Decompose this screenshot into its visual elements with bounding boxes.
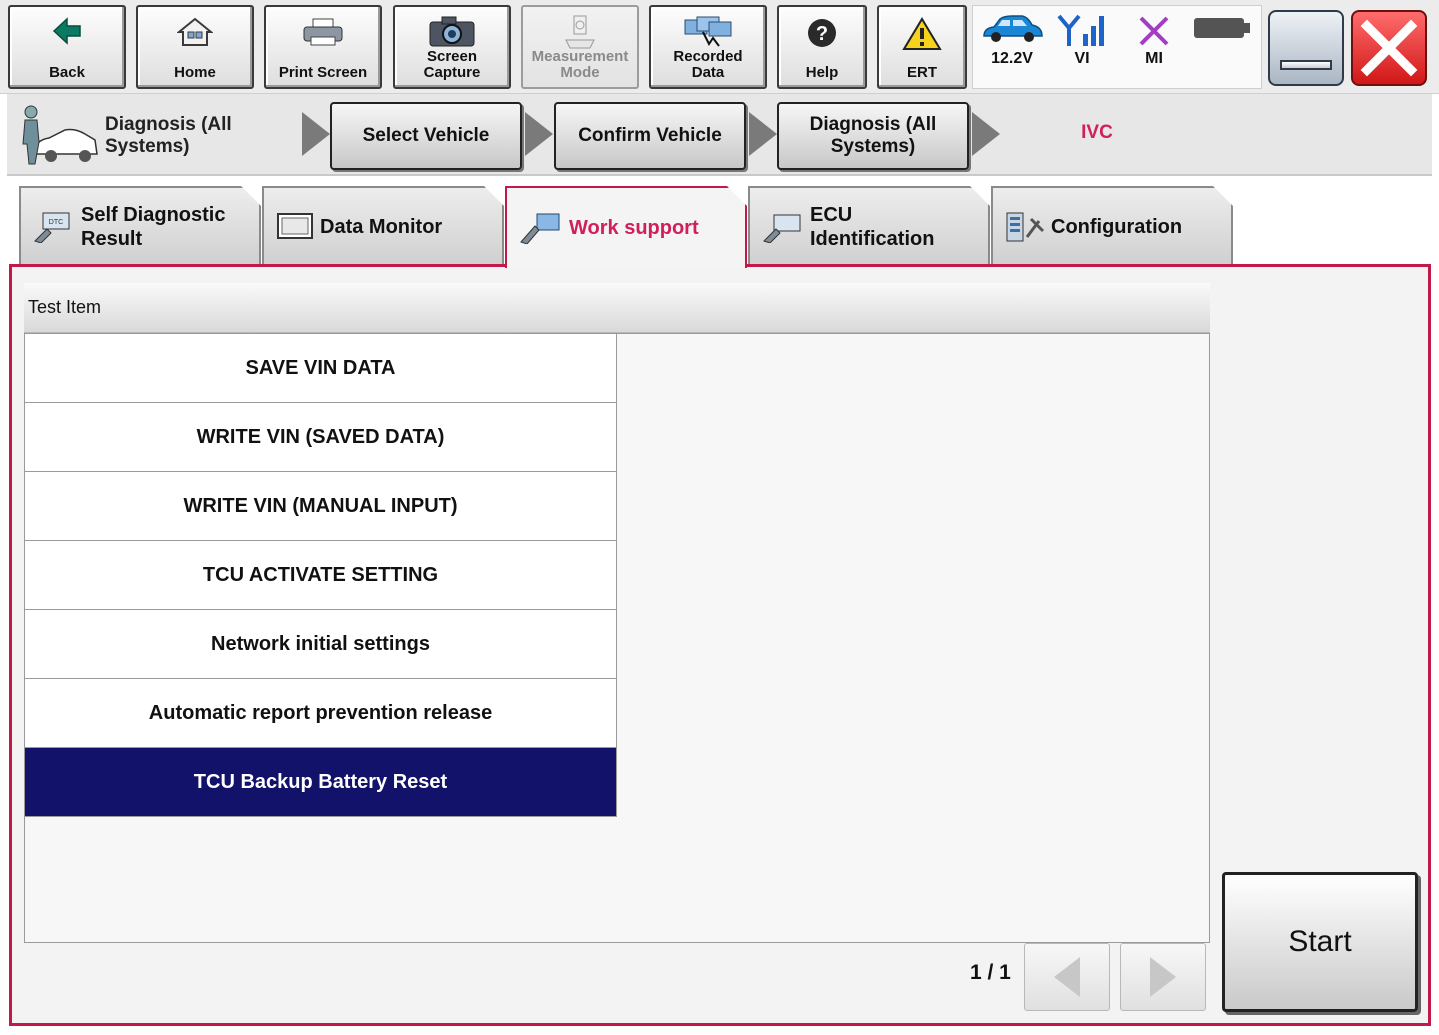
list-item[interactable]: Network initial settings xyxy=(25,610,617,679)
triangle-right-icon xyxy=(1150,957,1176,997)
select-vehicle-button[interactable]: Select Vehicle xyxy=(330,102,522,170)
measurement-mode-button[interactable]: Measurement Mode xyxy=(521,5,639,89)
triangle-left-icon xyxy=(1054,957,1080,997)
close-button[interactable] xyxy=(1351,10,1427,86)
tab-self-diagnostic-label: Self Diagnostic Result xyxy=(81,204,226,250)
work-support-panel: Test Item SAVE VIN DATA WRITE VIN (SAVED… xyxy=(9,264,1431,1026)
breadcrumb-arrow-icon xyxy=(972,112,1000,156)
breadcrumb-arrow-icon xyxy=(525,112,553,156)
printer-icon xyxy=(303,18,343,46)
tab-work-support[interactable]: Work support xyxy=(505,186,747,268)
tab-ecu-identification-label: ECU Identification xyxy=(810,204,935,250)
voltage-label: 12.2V xyxy=(991,50,1033,67)
recorded-data-button[interactable]: Recorded Data xyxy=(649,5,767,89)
battery-voltage-status: 12.2V xyxy=(977,14,1047,68)
recorded-data-label: Recorded Data xyxy=(673,48,743,81)
print-screen-label: Print Screen xyxy=(278,64,368,81)
ecu-identification-icon xyxy=(762,211,804,243)
minimize-button[interactable] xyxy=(1268,10,1344,86)
vi-signal-icon xyxy=(1057,14,1104,46)
list-item-selected[interactable]: TCU Backup Battery Reset xyxy=(25,748,617,817)
test-item-list: SAVE VIN DATA WRITE VIN (SAVED DATA) WRI… xyxy=(24,333,1210,943)
help-label: Help xyxy=(805,64,839,81)
tab-work-support-label: Work support xyxy=(569,217,699,239)
next-page-button[interactable] xyxy=(1120,943,1206,1011)
svg-text:DTC: DTC xyxy=(49,219,63,226)
list-item[interactable]: SAVE VIN DATA xyxy=(25,334,617,403)
breadcrumb-arrow-icon xyxy=(749,112,777,156)
print-screen-button[interactable]: Print Screen xyxy=(264,5,382,89)
list-item[interactable]: WRITE VIN (SAVED DATA) xyxy=(25,403,617,472)
tab-configuration-label: Configuration xyxy=(1051,216,1183,238)
breadcrumb-title: Diagnosis (All Systems) xyxy=(105,114,232,157)
self-diagnostic-icon: DTC xyxy=(33,211,75,243)
help-button[interactable]: ? Help xyxy=(777,5,867,89)
list-item[interactable]: TCU ACTIVATE SETTING xyxy=(25,541,617,610)
home-button[interactable]: Home xyxy=(136,5,254,89)
previous-page-button[interactable] xyxy=(1024,943,1110,1011)
breadcrumb-arrow-icon xyxy=(302,112,330,156)
battery-icon xyxy=(1194,18,1250,38)
screen-capture-button[interactable]: Screen Capture xyxy=(393,5,511,89)
svg-text:?: ? xyxy=(816,23,828,45)
battery-status xyxy=(1187,14,1257,42)
home-icon xyxy=(177,17,213,46)
minimize-icon xyxy=(1280,60,1332,70)
measurement-icon xyxy=(565,15,595,49)
help-icon: ? xyxy=(808,19,836,47)
tab-ecu-identification[interactable]: ECU Identification xyxy=(748,186,990,266)
close-icon xyxy=(1360,19,1418,77)
page-indicator: 1 / 1 xyxy=(970,961,1011,984)
camera-icon xyxy=(429,16,475,47)
test-item-header-label: Test Item xyxy=(28,297,102,317)
measurement-mode-label: Measurement Mode xyxy=(531,48,629,81)
recorded-data-icon xyxy=(684,16,732,47)
ert-label: ERT xyxy=(907,64,937,81)
mi-disconnected-icon xyxy=(1139,16,1169,46)
ert-button[interactable]: ERT xyxy=(877,5,967,89)
list-item[interactable]: Automatic report prevention release xyxy=(25,679,617,748)
start-button[interactable]: Start xyxy=(1222,872,1418,1012)
test-item-header: Test Item xyxy=(24,283,1210,333)
tab-configuration[interactable]: Configuration xyxy=(991,186,1233,266)
tab-data-monitor-label: Data Monitor xyxy=(320,216,443,238)
car-icon xyxy=(983,15,1043,42)
vi-status: VI xyxy=(1047,14,1117,68)
back-button[interactable]: Back xyxy=(8,5,126,89)
technician-car-icon xyxy=(22,105,98,165)
confirm-vehicle-button[interactable]: Confirm Vehicle xyxy=(554,102,746,170)
warning-icon xyxy=(902,17,942,50)
work-support-icon xyxy=(519,212,563,244)
list-item[interactable]: WRITE VIN (MANUAL INPUT) xyxy=(25,472,617,541)
mi-status: MI xyxy=(1119,14,1189,68)
mi-label: MI xyxy=(1145,50,1163,67)
tab-data-monitor[interactable]: Data Monitor xyxy=(262,186,504,266)
vi-label: VI xyxy=(1074,50,1090,67)
current-system-label: IVC xyxy=(1081,122,1113,143)
back-arrow-icon xyxy=(52,17,81,45)
status-panel: 12.2V VI MI xyxy=(972,5,1262,89)
tab-self-diagnostic-result[interactable]: DTC Self Diagnostic Result xyxy=(19,186,261,266)
toolbar: Back Home Print Screen Screen Capture Me… xyxy=(0,0,1439,94)
breadcrumb: Diagnosis (All Systems) Select Vehicle C… xyxy=(7,94,1432,176)
monitor-icon xyxy=(276,212,314,242)
home-label: Home xyxy=(174,64,216,81)
back-label: Back xyxy=(49,64,85,81)
configuration-icon xyxy=(1005,211,1045,243)
diagnosis-all-systems-button[interactable]: Diagnosis (All Systems) xyxy=(777,102,969,170)
screen-capture-label: Screen Capture xyxy=(423,48,481,81)
